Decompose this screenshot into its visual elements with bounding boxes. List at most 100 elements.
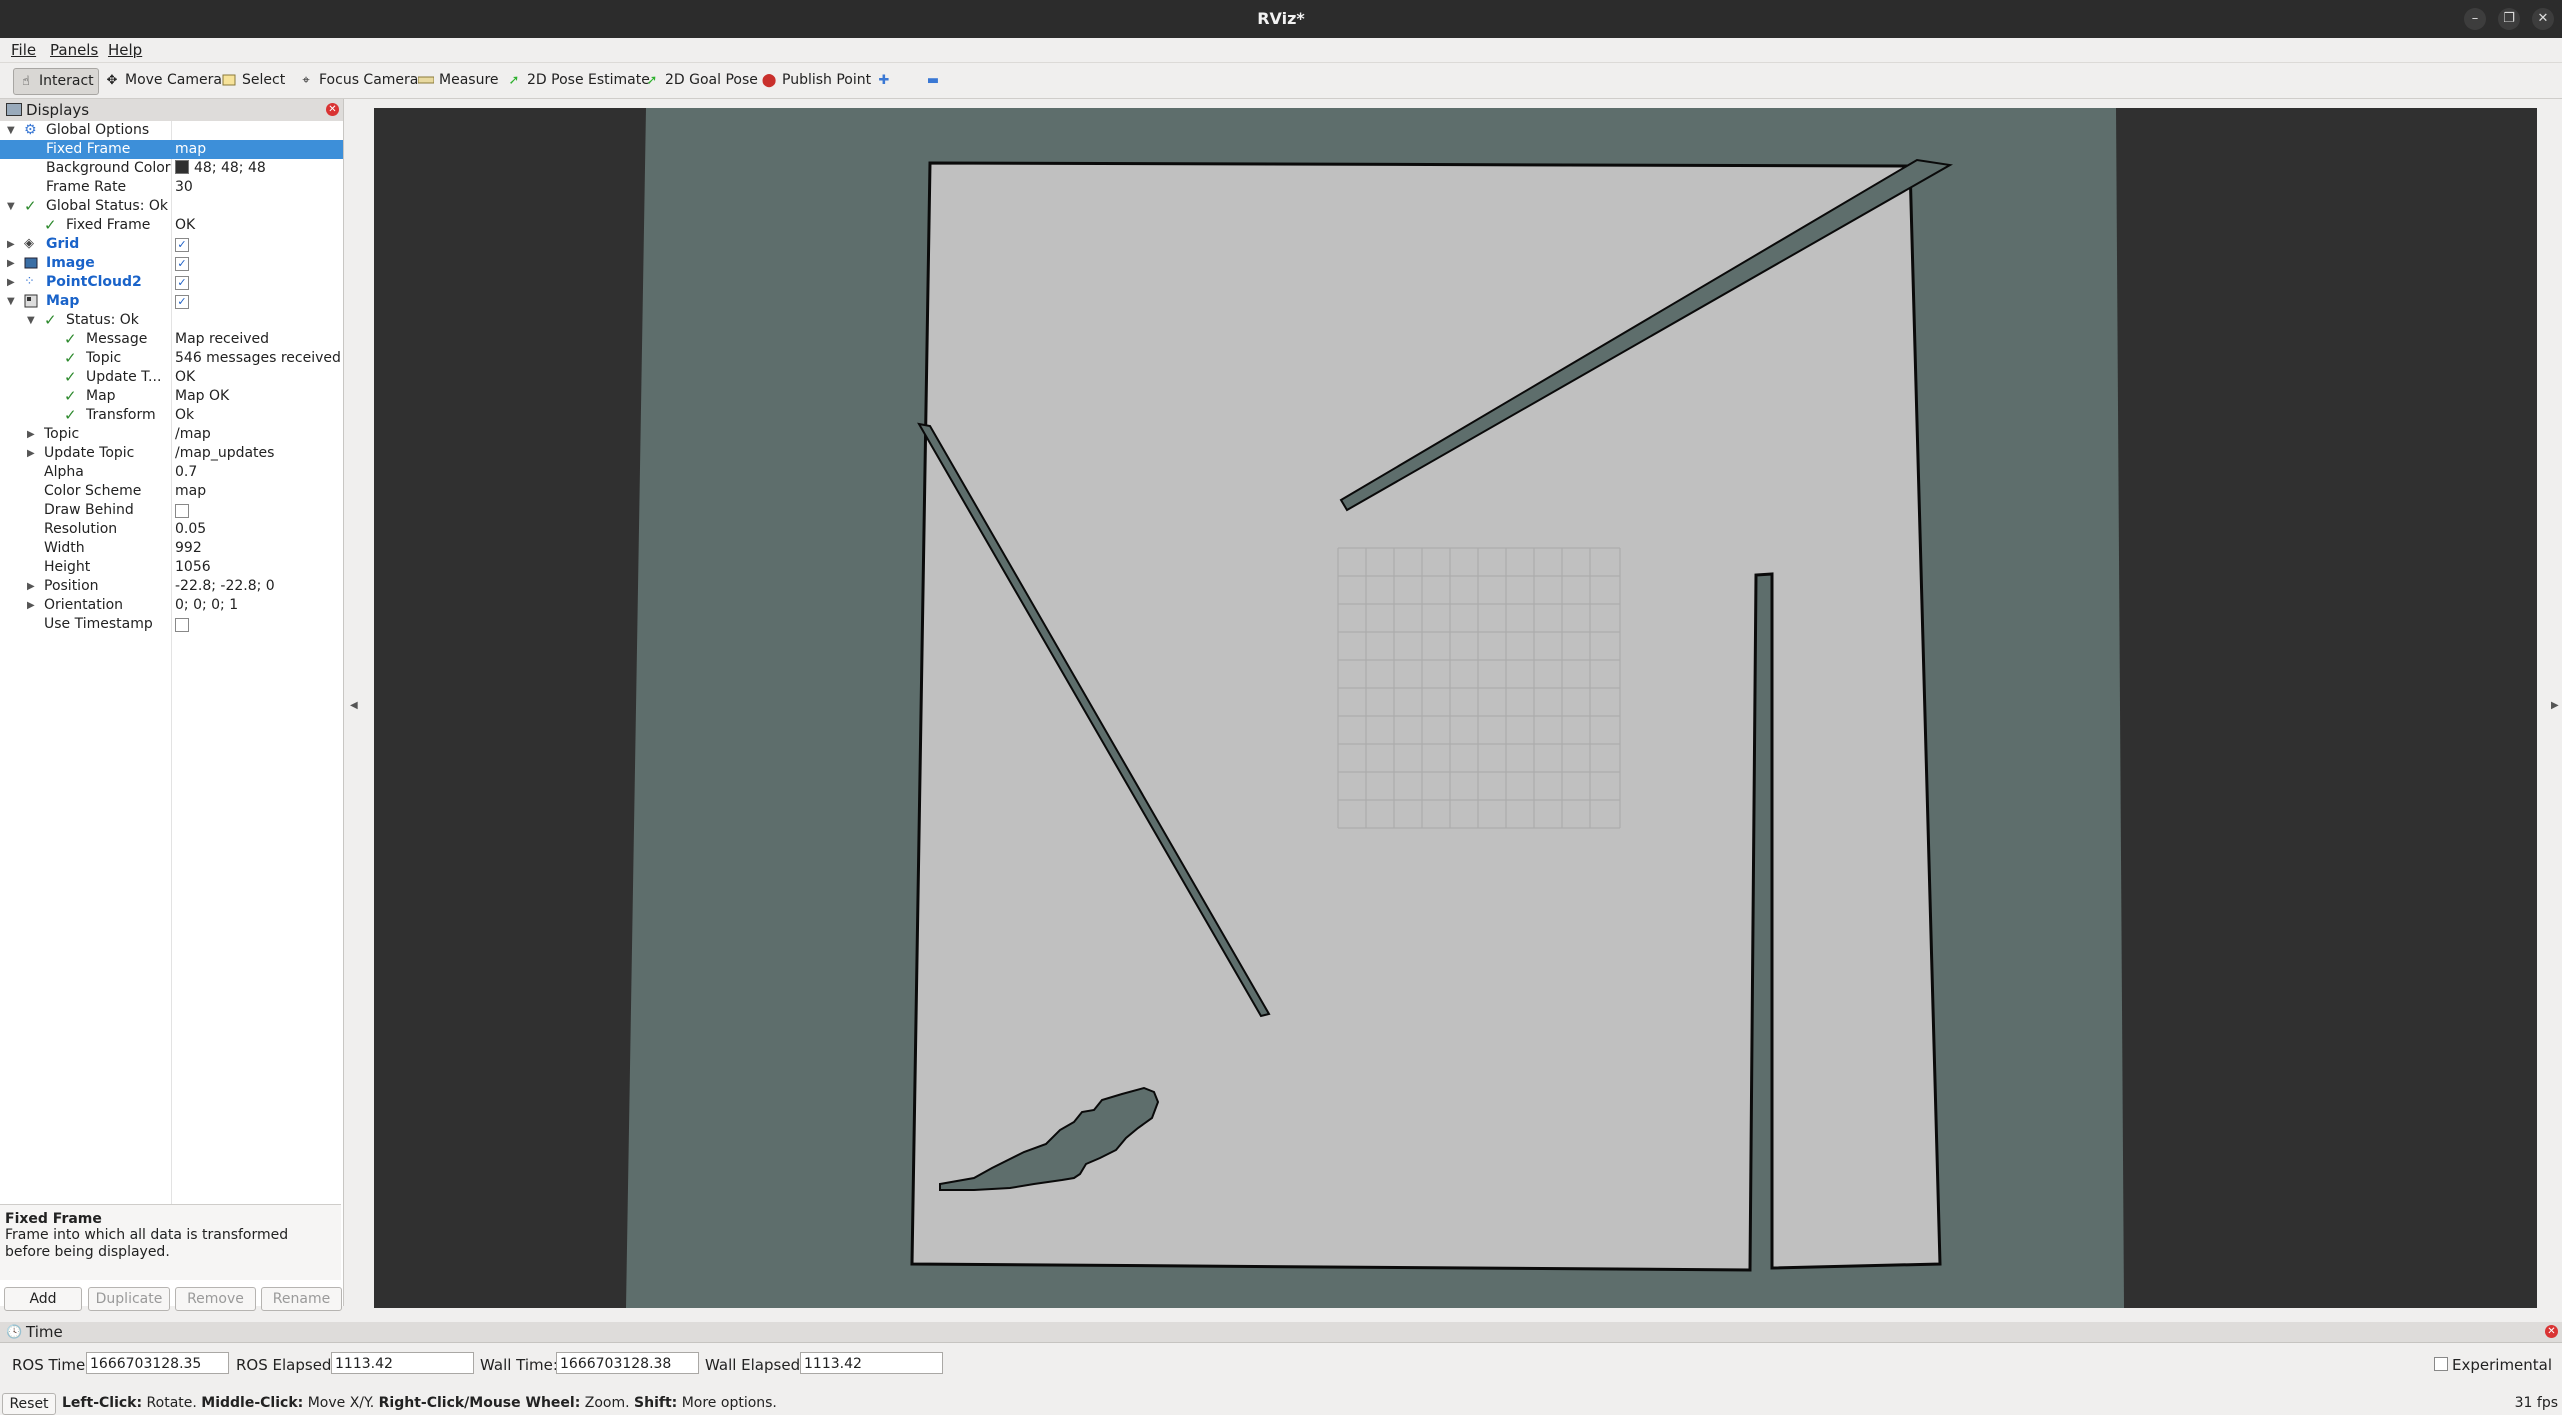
tree-row-image[interactable]: ▶ Image ✓ bbox=[0, 254, 343, 273]
collapse-right-arrow-icon[interactable]: ▶ bbox=[2551, 700, 2559, 711]
image-enabled-checkbox[interactable]: ✓ bbox=[175, 257, 189, 271]
render-viewport[interactable] bbox=[374, 108, 2537, 1308]
row-key: Message bbox=[86, 331, 148, 347]
collapse-arrow-icon[interactable]: ▶ bbox=[7, 273, 15, 292]
row-value[interactable]: 0.7 bbox=[175, 463, 197, 482]
add-display-button[interactable]: Add bbox=[4, 1287, 82, 1311]
map-render bbox=[374, 108, 2537, 1308]
experimental-checkbox[interactable] bbox=[2434, 1357, 2448, 1371]
pointcloud2-enabled-checkbox[interactable]: ✓ bbox=[175, 276, 189, 290]
tree-row-background-color[interactable]: Background Color 48; 48; 48 bbox=[0, 159, 343, 178]
close-time-panel-icon[interactable]: ✕ bbox=[2545, 1325, 2558, 1338]
remove-display-button[interactable]: Remove bbox=[175, 1287, 256, 1311]
row-key: Update Topic bbox=[44, 445, 135, 461]
row-value[interactable]: /map bbox=[175, 425, 211, 444]
tree-row-status-map[interactable]: ✓ Map Map OK bbox=[0, 387, 343, 406]
collapse-left-arrow-icon[interactable]: ◀ bbox=[350, 700, 358, 711]
focus-camera-tool-button[interactable]: ⌖ Focus Camera bbox=[294, 68, 422, 93]
collapse-arrow-icon[interactable]: ▶ bbox=[27, 577, 35, 596]
hint-middle-click: Middle-Click: bbox=[201, 1395, 304, 1411]
collapse-arrow-icon[interactable]: ▶ bbox=[7, 254, 15, 273]
duplicate-display-button[interactable]: Duplicate bbox=[88, 1287, 170, 1311]
tree-row-frame-rate[interactable]: Frame Rate 30 bbox=[0, 178, 343, 197]
menu-help[interactable]: Help bbox=[108, 41, 142, 59]
tree-row-map[interactable]: ▼ Map ✓ bbox=[0, 292, 343, 311]
tree-row-width[interactable]: Width 992 bbox=[0, 539, 343, 558]
row-value: 992 bbox=[175, 540, 202, 556]
tree-row-topic[interactable]: ▶ Topic /map bbox=[0, 425, 343, 444]
displays-tree[interactable]: ▼ ⚙ Global Options Fixed Frame map Backg… bbox=[0, 121, 343, 1218]
row-value[interactable]: map bbox=[175, 140, 206, 159]
minus-icon: ▬ bbox=[926, 72, 940, 88]
rename-display-button[interactable]: Rename bbox=[261, 1287, 342, 1311]
wall-elapsed-field[interactable]: 1113.42 bbox=[800, 1352, 943, 1374]
measure-tool-button[interactable]: Measure bbox=[414, 68, 503, 93]
tree-row-use-timestamp[interactable]: Use Timestamp bbox=[0, 615, 343, 634]
tree-row-status-fixed-frame[interactable]: ✓ Fixed Frame OK bbox=[0, 216, 343, 235]
row-value[interactable]: 48; 48; 48 bbox=[175, 159, 266, 178]
tree-row-global-status[interactable]: ▼ ✓ Global Status: Ok bbox=[0, 197, 343, 216]
tree-row-pointcloud2[interactable]: ▶ ⁘ PointCloud2 ✓ bbox=[0, 273, 343, 292]
color-swatch bbox=[175, 160, 189, 174]
expand-arrow-icon[interactable]: ▼ bbox=[7, 121, 15, 140]
hint-left-click: Left-Click: bbox=[62, 1395, 143, 1411]
publish-point-tool-button[interactable]: ⬤ Publish Point bbox=[757, 68, 875, 93]
tree-row-position[interactable]: ▶ Position -22.8; -22.8; 0 bbox=[0, 577, 343, 596]
use-timestamp-checkbox[interactable] bbox=[175, 618, 189, 632]
expand-arrow-icon[interactable]: ▼ bbox=[27, 311, 35, 330]
close-icon[interactable]: ✕ bbox=[2532, 8, 2554, 30]
tree-row-status-topic[interactable]: ✓ Topic 546 messages received bbox=[0, 349, 343, 368]
collapse-arrow-icon[interactable]: ▶ bbox=[7, 235, 15, 254]
draw-behind-checkbox[interactable] bbox=[175, 504, 189, 518]
remove-tool-button[interactable]: ▬ bbox=[921, 68, 945, 93]
row-value[interactable]: map bbox=[175, 482, 206, 501]
tree-row-grid[interactable]: ▶ ◈ Grid ✓ bbox=[0, 235, 343, 254]
expand-arrow-icon[interactable]: ▼ bbox=[7, 197, 15, 216]
select-tool-button[interactable]: Select bbox=[217, 68, 289, 93]
displays-title: Displays bbox=[26, 101, 90, 119]
interact-label: Interact bbox=[39, 73, 94, 89]
restore-icon[interactable]: ❐ bbox=[2498, 8, 2520, 30]
interact-tool-button[interactable]: ☝ Interact bbox=[13, 68, 99, 95]
tree-row-map-status[interactable]: ▼ ✓ Status: Ok bbox=[0, 311, 343, 330]
tree-row-resolution[interactable]: Resolution 0.05 bbox=[0, 520, 343, 539]
close-panel-icon[interactable]: ✕ bbox=[326, 103, 339, 116]
tree-row-orientation[interactable]: ▶ Orientation 0; 0; 0; 1 bbox=[0, 596, 343, 615]
menu-panels[interactable]: Panels bbox=[50, 41, 98, 59]
ros-elapsed-field[interactable]: 1113.42 bbox=[331, 1352, 474, 1374]
reset-button[interactable]: Reset bbox=[2, 1393, 56, 1415]
plus-icon: ✚ bbox=[878, 72, 890, 88]
row-key: Use Timestamp bbox=[44, 616, 153, 632]
tree-row-height[interactable]: Height 1056 bbox=[0, 558, 343, 577]
ros-time-field[interactable]: 1666703128.35 bbox=[86, 1352, 229, 1374]
menu-file[interactable]: File bbox=[11, 41, 36, 59]
row-value: 0.05 bbox=[175, 521, 207, 537]
move-camera-tool-button[interactable]: ✥ Move Camera bbox=[100, 68, 226, 93]
expand-arrow-icon[interactable]: ▼ bbox=[7, 292, 15, 311]
pose-estimate-tool-button[interactable]: ➚ 2D Pose Estimate bbox=[502, 68, 654, 93]
row-key: Global Status: Ok bbox=[46, 198, 169, 214]
tree-row-message[interactable]: ✓ Message Map received bbox=[0, 330, 343, 349]
collapse-arrow-icon[interactable]: ▶ bbox=[27, 444, 35, 463]
experimental-label: Experimental bbox=[2452, 1356, 2553, 1374]
tree-row-update-topic[interactable]: ▶ Update Topic /map_updates bbox=[0, 444, 343, 463]
tree-row-fixed-frame[interactable]: Fixed Frame map bbox=[0, 140, 343, 159]
tree-row-alpha[interactable]: Alpha 0.7 bbox=[0, 463, 343, 482]
map-enabled-checkbox[interactable]: ✓ bbox=[175, 295, 189, 309]
tree-row-global-options[interactable]: ▼ ⚙ Global Options bbox=[0, 121, 343, 140]
time-panel-header: 🕓 Time ✕ bbox=[0, 1322, 2562, 1343]
tree-row-update-topic-status[interactable]: ✓ Update T... OK bbox=[0, 368, 343, 387]
collapse-arrow-icon[interactable]: ▶ bbox=[27, 425, 35, 444]
row-value[interactable]: 30 bbox=[175, 178, 193, 197]
minimize-icon[interactable]: – bbox=[2464, 8, 2486, 30]
window-title: RViz* bbox=[1257, 9, 1305, 28]
grid-enabled-checkbox[interactable]: ✓ bbox=[175, 238, 189, 252]
row-value[interactable]: /map_updates bbox=[175, 444, 274, 463]
collapse-arrow-icon[interactable]: ▶ bbox=[27, 596, 35, 615]
add-tool-button[interactable]: ✚ bbox=[872, 68, 896, 93]
goal-pose-tool-button[interactable]: ➚ 2D Goal Pose bbox=[640, 68, 762, 93]
wall-time-field[interactable]: 1666703128.38 bbox=[556, 1352, 699, 1374]
tree-row-color-scheme[interactable]: Color Scheme map bbox=[0, 482, 343, 501]
tree-row-transform[interactable]: ✓ Transform Ok bbox=[0, 406, 343, 425]
tree-row-draw-behind[interactable]: Draw Behind bbox=[0, 501, 343, 520]
